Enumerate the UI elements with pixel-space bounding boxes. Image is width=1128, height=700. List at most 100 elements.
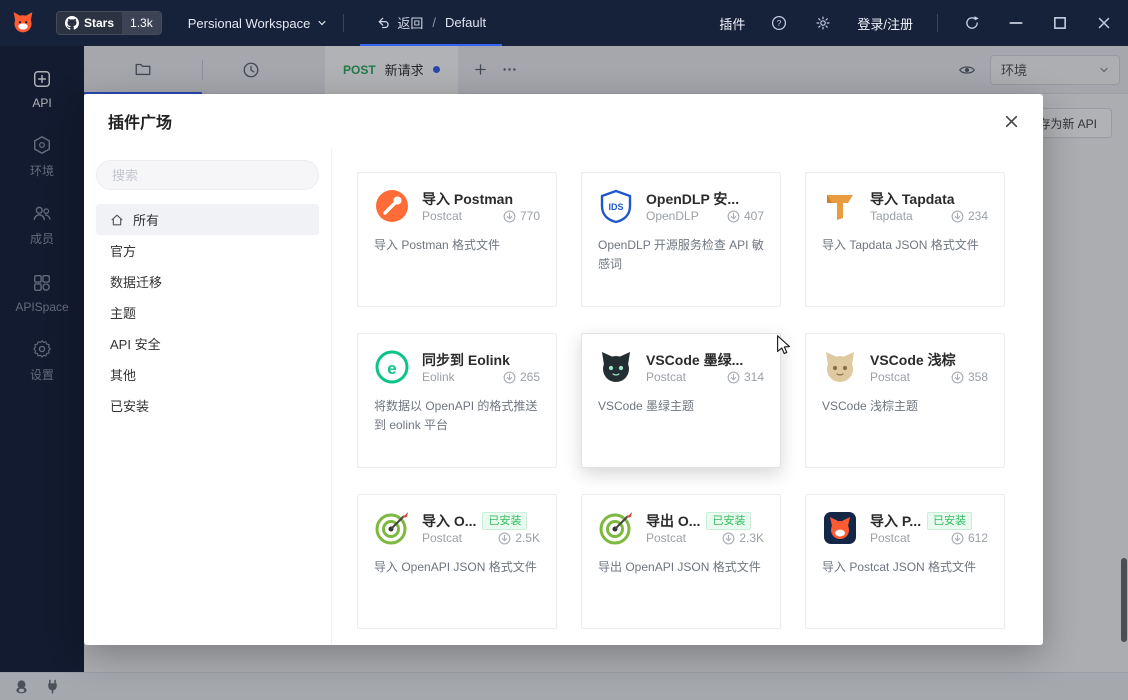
eolink-icon: e <box>374 349 410 385</box>
download-count: 612 <box>967 531 988 545</box>
installed-badge: 已安装 <box>482 512 528 530</box>
plugin-name: 导入 Tapdata <box>870 191 955 207</box>
category-item[interactable]: 其他 <box>96 359 319 390</box>
plugin-title-row: 导入 Tapdata <box>870 189 988 209</box>
plugin-card-meta: 同步到 Eolink Eolink 265 <box>422 349 540 385</box>
plugin-description: 导出 OpenAPI JSON 格式文件 <box>598 560 761 574</box>
category-item[interactable]: 数据迁移 <box>96 266 319 297</box>
download-count: 234 <box>967 209 988 223</box>
maximize-icon[interactable] <box>1050 13 1070 33</box>
plugin-card-head: 导入 O... 已安装 Postcat 2.5K <box>374 510 540 546</box>
plugin-downloads: 358 <box>951 370 988 384</box>
chevron-down-icon <box>317 18 327 28</box>
plugin-sub-row: Postcat 2.5K <box>422 531 540 545</box>
category-list: 所有 官方 数据迁移 主题 API 安全 其他 已安装 <box>96 204 319 421</box>
search-input[interactable] <box>110 166 305 184</box>
plugin-downloads: 2.3K <box>722 531 764 545</box>
download-count-icon <box>722 532 735 545</box>
plugin-card[interactable]: IDS OpenDLP 安... OpenDLP 407 OpenDLP 开源服… <box>581 172 781 307</box>
plugin-author: Postcat <box>422 209 463 223</box>
project-breadcrumb: 返回 / Default <box>360 0 503 46</box>
modal-close-icon[interactable] <box>1004 114 1019 129</box>
plugin-sub-row: Postcat 314 <box>646 370 764 384</box>
plugin-card-meta: 导入 P... 已安装 Postcat 612 <box>870 510 988 546</box>
github-stars-badge[interactable]: Stars 1.3k <box>56 11 162 35</box>
plugin-downloads: 314 <box>727 370 764 384</box>
download-count-icon <box>498 532 511 545</box>
category-item[interactable]: API 安全 <box>96 328 319 359</box>
plugin-title-row: 同步到 Eolink <box>422 350 540 370</box>
topbar: Stars 1.3k Persional Workspace 返回 / Defa… <box>0 0 1128 46</box>
plugin-author: Postcat <box>870 370 911 384</box>
download-count: 314 <box>743 370 764 384</box>
search-box <box>96 160 319 190</box>
plugin-card-head: VSCode 墨绿... Postcat 314 <box>598 349 764 385</box>
github-cat-icon <box>65 16 79 30</box>
help-icon[interactable]: ? <box>769 13 789 33</box>
gear-icon[interactable] <box>813 13 833 33</box>
plugin-author: Postcat <box>646 370 687 384</box>
svg-text:?: ? <box>777 18 782 28</box>
plugin-sub-row: Postcat 612 <box>870 531 988 545</box>
plugin-sub-row: OpenDLP 407 <box>646 209 764 223</box>
openapi-export-icon <box>598 510 634 546</box>
download-count-icon <box>727 210 740 223</box>
plugin-name: 导入 P... <box>870 513 922 529</box>
plugin-card[interactable]: 导入 Postman Postcat 770 导入 Postman 格式文件 <box>357 172 557 307</box>
opendlp-shield-icon: IDS <box>598 188 634 224</box>
plugin-card[interactable]: VSCode 墨绿... Postcat 314 VSCode 墨绿主题 <box>581 333 781 468</box>
plugin-card-meta: 导入 Postman Postcat 770 <box>422 188 540 224</box>
login-button[interactable]: 登录/注册 <box>857 14 913 33</box>
category-item[interactable]: 主题 <box>96 297 319 328</box>
installed-badge: 已安装 <box>927 512 973 530</box>
plugin-sub-row: Tapdata 234 <box>870 209 988 223</box>
category-label: 数据迁移 <box>110 275 163 290</box>
download-count-icon <box>503 371 516 384</box>
plugin-card[interactable]: e 同步到 Eolink Eolink 265 将数据以 OpenAPI 的格式… <box>357 333 557 468</box>
plugin-card-head: e 同步到 Eolink Eolink 265 <box>374 349 540 385</box>
postcat-cat-icon <box>822 510 858 546</box>
scrollbar-thumb[interactable] <box>1121 558 1127 642</box>
minimize-icon[interactable] <box>1006 13 1026 33</box>
category-label: 官方 <box>110 244 137 259</box>
category-nav: 所有 官方 数据迁移 主题 API 安全 <box>84 148 332 645</box>
plugin-downloads: 2.5K <box>498 531 540 545</box>
category-item[interactable]: 官方 <box>96 235 319 266</box>
plugin-card[interactable]: VSCode 浅棕 Postcat 358 VSCode 浅棕主题 <box>805 333 1005 468</box>
openapi-import-icon <box>374 510 410 546</box>
download-count: 358 <box>967 370 988 384</box>
plugin-card-head: 导入 Postman Postcat 770 <box>374 188 540 224</box>
plugin-description: 导入 Postcat JSON 格式文件 <box>822 560 977 574</box>
plugin-author: Tapdata <box>870 209 913 223</box>
refresh-icon[interactable] <box>962 13 982 33</box>
category-item[interactable]: 所有 <box>96 204 319 235</box>
download-count: 2.3K <box>739 531 764 545</box>
plugin-marketplace-modal: 插件广场 所有 官方 <box>84 94 1043 645</box>
plugin-card[interactable]: 导入 O... 已安装 Postcat 2.5K 导入 OpenAPI JSON… <box>357 494 557 629</box>
topbar-divider <box>343 14 345 32</box>
workspace-name: Persional Workspace <box>187 15 311 31</box>
plugin-description: VSCode 浅棕主题 <box>822 399 919 413</box>
back-icon <box>376 15 391 30</box>
plugin-button[interactable]: 插件 <box>719 14 745 33</box>
plugin-card-meta: 导入 Tapdata Tapdata 234 <box>870 188 988 224</box>
workspace-switcher[interactable]: Persional Workspace <box>188 16 328 31</box>
plugin-card-meta: OpenDLP 安... OpenDLP 407 <box>646 188 764 224</box>
plugin-author: Postcat <box>870 531 911 545</box>
plugin-card[interactable]: 导入 Tapdata Tapdata 234 导入 Tapdata JSON 格… <box>805 172 1005 307</box>
plugin-description: 导入 OpenAPI JSON 格式文件 <box>374 560 537 574</box>
back-button[interactable]: 返回 <box>376 13 423 32</box>
plugin-name: VSCode 浅棕 <box>870 352 956 368</box>
plugin-description: 将数据以 OpenAPI 的格式推送到 eolink 平台 <box>374 399 538 433</box>
plugin-author: Postcat <box>646 531 687 545</box>
plugin-card[interactable]: 导出 O... 已安装 Postcat 2.3K 导出 OpenAPI JSON… <box>581 494 781 629</box>
plugin-card-meta: 导出 O... 已安装 Postcat 2.3K <box>646 510 764 546</box>
category-item[interactable]: 已安装 <box>96 390 319 421</box>
github-stars-label: Stars <box>84 16 115 30</box>
plugin-description: 导入 Tapdata JSON 格式文件 <box>822 238 979 252</box>
window-close-icon[interactable] <box>1094 13 1114 33</box>
plugin-card[interactable]: 导入 P... 已安装 Postcat 612 导入 Postcat JSON … <box>805 494 1005 629</box>
back-label: 返回 <box>397 15 424 31</box>
download-count: 2.5K <box>515 531 540 545</box>
plugin-downloads: 265 <box>503 370 540 384</box>
